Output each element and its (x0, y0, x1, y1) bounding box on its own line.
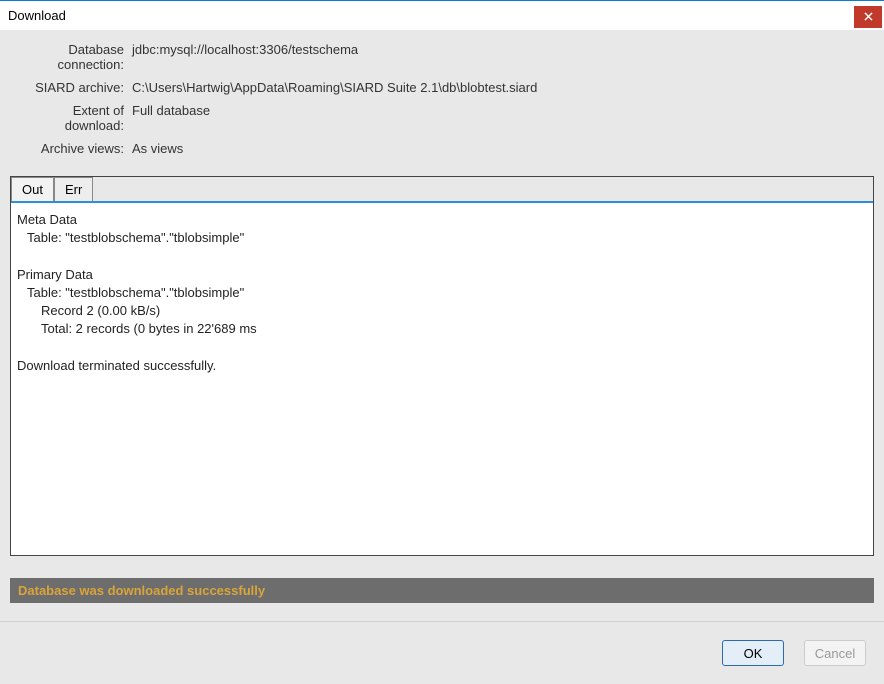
log-line: Total: 2 records (0 bytes in 22'689 ms (17, 320, 867, 338)
log-line: Download terminated successfully. (17, 357, 867, 375)
log-line: Primary Data (17, 266, 867, 284)
log-line: Record 2 (0.00 kB/s) (17, 302, 867, 320)
close-button[interactable] (854, 6, 882, 28)
tab-out[interactable]: Out (11, 177, 54, 201)
titlebar: Download (0, 0, 884, 30)
log-output[interactable]: Meta DataTable: "testblobschema"."tblobs… (11, 203, 873, 555)
log-panel: Out Err Meta DataTable: "testblobschema"… (10, 176, 874, 556)
status-bar: Database was downloaded successfully (10, 578, 874, 603)
log-line: Meta Data (17, 211, 867, 229)
ok-button[interactable]: OK (722, 640, 784, 666)
label-extent: Extent of download: (10, 103, 132, 133)
info-row-siard: SIARD archive: C:\Users\Hartwig\AppData\… (10, 80, 874, 95)
info-row-views: Archive views: As views (10, 141, 874, 156)
close-icon (864, 12, 873, 21)
info-grid: Database connection: jdbc:mysql://localh… (0, 30, 884, 174)
tabs-row: Out Err (11, 177, 873, 203)
info-row-db-conn: Database connection: jdbc:mysql://localh… (10, 42, 874, 72)
log-line: Table: "testblobschema"."tblobsimple" (17, 229, 867, 247)
value-siard: C:\Users\Hartwig\AppData\Roaming\SIARD S… (132, 80, 537, 95)
label-siard: SIARD archive: (10, 80, 132, 95)
cancel-button: Cancel (804, 640, 866, 666)
window-title: Download (8, 8, 66, 23)
value-extent: Full database (132, 103, 210, 133)
tab-err[interactable]: Err (54, 177, 93, 201)
download-window: Download Database connection: jdbc:mysql… (0, 0, 884, 684)
status-message: Database was downloaded successfully (18, 583, 265, 598)
log-line: Table: "testblobschema"."tblobsimple" (17, 284, 867, 302)
content-area: Database connection: jdbc:mysql://localh… (0, 30, 884, 684)
label-views: Archive views: (10, 141, 132, 156)
value-db-conn: jdbc:mysql://localhost:3306/testschema (132, 42, 358, 72)
label-db-conn: Database connection: (10, 42, 132, 72)
button-row: OK Cancel (0, 621, 884, 684)
info-row-extent: Extent of download: Full database (10, 103, 874, 133)
value-views: As views (132, 141, 183, 156)
